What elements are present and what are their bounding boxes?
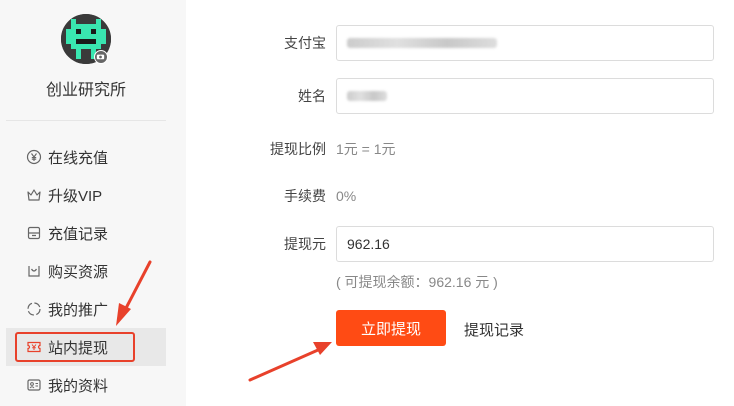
balance-hint: ( 可提现余额：962.16 元 ) [336,274,498,290]
alipay-label: 支付宝 [284,35,326,51]
withdraw-records-link[interactable]: 提现记录 [464,319,524,340]
ratio-row: 提现比例 1元 = 1元 [230,139,396,159]
fee-label: 手续费 [284,188,326,204]
ratio-value: 1元 = 1元 [336,141,396,157]
fee-row: 手续费 0% [230,186,356,206]
sidebar-item-promotion[interactable]: 我的推广 [6,290,166,328]
divider [6,120,166,121]
sidebar: 创业研究所 在线充值 升级VIP 充值记录 购买资源 我的推广 站内提现 我的资… [0,0,186,406]
camera-icon[interactable] [94,50,108,64]
archive-box-icon [26,225,42,241]
redacted-value [347,91,387,101]
sidebar-item-withdraw[interactable]: 站内提现 [6,328,166,366]
name-row: 姓名 [230,78,714,114]
amount-value: 962.16 [347,236,390,252]
amount-label: 提现元 [284,236,326,252]
withdraw-now-button[interactable]: 立即提现 [336,310,446,346]
arrow-to-button [248,342,332,382]
alipay-account-field[interactable] [336,25,714,61]
sidebar-item-label: 购买资源 [48,263,109,281]
sidebar-item-purchases[interactable]: 购买资源 [6,252,166,290]
sidebar-item-label: 充值记录 [48,225,109,243]
sidebar-item-recharge[interactable]: 在线充值 [6,138,166,176]
sidebar-item-label: 我的推广 [48,301,109,319]
sidebar-item-recharge-records[interactable]: 充值记录 [6,214,166,252]
amount-field[interactable]: 962.16 [336,226,714,262]
sidebar-item-profile[interactable]: 我的资料 [6,366,166,404]
id-card-icon [26,377,42,393]
fee-value: 0% [336,188,357,204]
username: 创业研究所 [45,82,126,99]
amount-row: 提现元 962.16 [230,226,714,262]
bag-icon [26,263,42,279]
redacted-value [347,38,497,48]
sidebar-item-label: 我的资料 [48,377,109,395]
highlight-box [15,332,135,362]
share-circle-icon [26,301,42,317]
name-field[interactable] [336,78,714,114]
yen-circle-icon [26,149,42,165]
sidebar-item-vip[interactable]: 升级VIP [6,176,166,214]
name-label: 姓名 [298,88,326,104]
sidebar-menu: 在线充值 升级VIP 充值记录 购买资源 我的推广 站内提现 我的资料 [6,138,166,404]
sidebar-item-label: 升级VIP [48,187,103,205]
crown-icon [26,187,42,203]
ratio-label: 提现比例 [270,141,326,157]
sidebar-item-label: 在线充值 [48,149,109,167]
alipay-row: 支付宝 [230,25,714,61]
